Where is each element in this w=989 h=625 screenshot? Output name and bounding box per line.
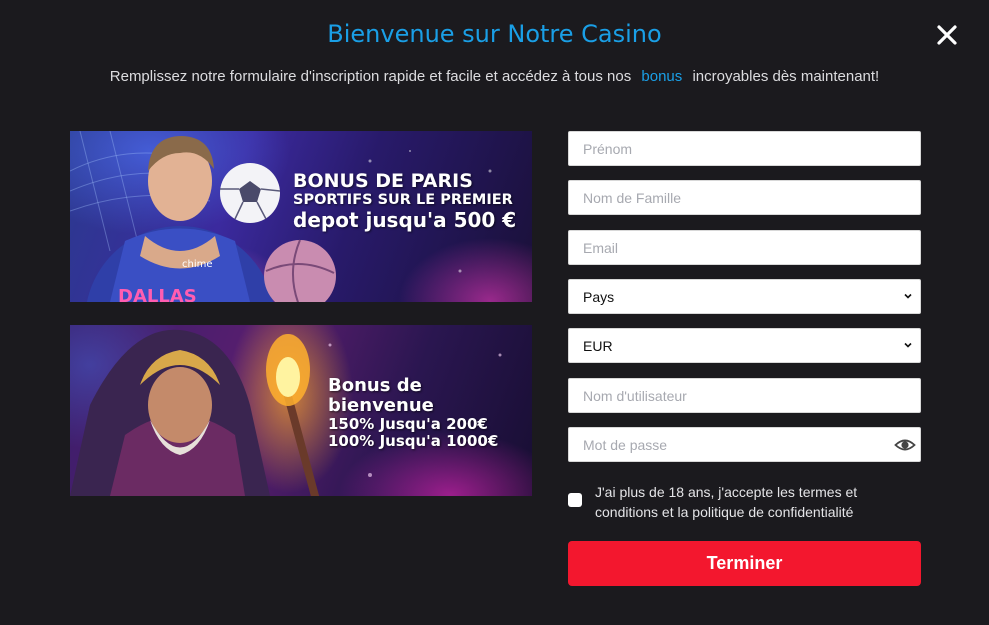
subtitle-text: Remplissez notre formulaire d'inscriptio… (109, 68, 632, 85)
banner-headline: Bonus de bienvenue (328, 375, 434, 417)
username-input[interactable] (569, 379, 920, 412)
modal-subtitle: Remplissez notre formulaire d'inscriptio… (0, 68, 989, 85)
banner-offer-2: 100% Jusqu'a 1000€ (328, 432, 499, 451)
terms-label: J'ai plus de 18 ans, j'accepte les terme… (595, 484, 858, 520)
svg-text:DALLAS: DALLAS (118, 286, 197, 302)
last-name-field-wrap (568, 180, 921, 215)
currency-select[interactable]: EUR (568, 328, 921, 363)
country-selected-value: Pays (583, 289, 615, 305)
country-select[interactable]: Pays (568, 279, 921, 314)
terms-checkbox[interactable] (568, 493, 582, 507)
welcome-bonus-text: Bonus de bienvenue 150% Jusqu'a 200€ 100… (328, 375, 532, 451)
banner-headline: BONUS DE PARIS (293, 170, 473, 192)
subtitle-text-end: incroyables dès maintenant! (692, 68, 880, 85)
bonus-link[interactable]: bonus (641, 68, 682, 85)
email-field-wrap (568, 230, 921, 265)
banner-offer-1: 150% Jusqu'a 200€ (328, 415, 488, 434)
modal-title: Bienvenue sur Notre Casino (327, 20, 662, 48)
banner-subline: SPORTIFS SUR LE PREMIER (293, 192, 513, 209)
sports-bonus-banner: chime DALLAS BONUS DE PARIS SPORTIFS SUR… (70, 131, 532, 302)
close-icon[interactable] (934, 22, 960, 48)
welcome-bonus-banner: Bonus de bienvenue 150% Jusqu'a 200€ 100… (70, 325, 532, 496)
password-field-wrap (568, 427, 921, 462)
sports-bonus-text: BONUS DE PARIS SPORTIFS SUR LE PREMIER d… (293, 170, 517, 232)
chevron-down-icon (904, 342, 912, 348)
first-name-input[interactable] (569, 132, 920, 165)
last-name-input[interactable] (569, 181, 920, 214)
chevron-down-icon (904, 293, 912, 299)
currency-selected-value: EUR (583, 338, 613, 354)
eye-icon[interactable] (894, 434, 916, 456)
banner-amount: depot jusqu'a 500 € (293, 207, 517, 232)
svg-text:chime: chime (182, 259, 213, 270)
username-field-wrap (568, 378, 921, 413)
submit-button[interactable]: Terminer (568, 541, 921, 586)
email-input[interactable] (569, 231, 920, 264)
first-name-field-wrap (568, 131, 921, 166)
password-input[interactable] (569, 428, 920, 461)
